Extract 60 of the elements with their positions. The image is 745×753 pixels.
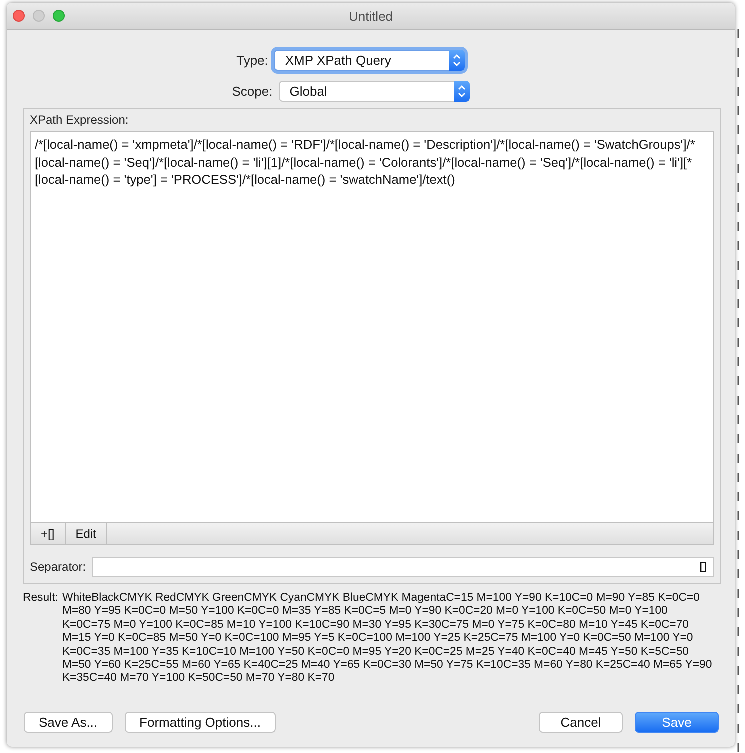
- background-cell-text: l: [737, 740, 741, 753]
- background-cell-text: l: [737, 392, 741, 410]
- background-cell-text: l: [737, 180, 741, 198]
- cancel-button[interactable]: Cancel: [539, 712, 623, 733]
- background-cell-text: l: [737, 701, 741, 718]
- background-cell-text: l: [737, 412, 741, 429]
- background-cell-text: l: [737, 84, 741, 101]
- background-cell-text: l: [737, 662, 741, 680]
- expression-text: /*[local-name() = 'xmpmeta']/*[local-name() = 'RDF']/*[local-name() = 'Description']/*[local-name() = 'SwatchGroups']/*[local-name() = 'Seq']/*[local-name() = 'li'][1]/*[local-name() = 'Colorants']/*[local-name() = 'Seq']/*[local-name() = 'li'][*[local-name() = 'type'] = 'PROCESS']/*[local-name() = 'swatchName']/text(): [35, 137, 696, 188]
- result-text: WhiteBlackCMYK RedCMYK GreenCMYK CyanCMYK BlueCMYK MagentaC=15 M=100 Y=90 K=10C=0 M=90 Y=85 K=0C=0 M=80 Y=95 K=0C=0 M=50 Y=100 K=0C=0 M=35 Y=85 K=0C=5 M=0 Y=90 K=0C=20 M=0 Y=100 K=0C=50 M=0 Y=100 K=0C=75 M=0 Y=100 K=0C=85 M=10 Y=100 K=10C=90 M=30 Y=95 K=30C=75 M=0 Y=75 K=0C=80 M=10 Y=45 K=0C=70 M=15 Y=0 K=0C=85 M=50 Y=0 K=0C=100 M=95 Y=5 K=0C=100 M=100 Y=25 K=25C=75 M=100 Y=0 K=0C=50 M=100 Y=0 K=0C=35 M=100 Y=35 K=10C=10 M=100 Y=50 K=0C=0 M=95 Y=20 K=0C=25 M=25 Y=40 K=0C=40 M=45 Y=50 K=5C=50 M=50 Y=60 K=25C=55 M=60 Y=65 K=40C=25 M=40 Y=65 K=0C=30 M=50 Y=75 K=10C=35 M=60 Y=80 K=25C=40 M=65 Y=90 K=35C=40 M=70 Y=100 K=50C=50 M=70 Y=80 K=70: [62, 592, 714, 686]
- background-cell-text: l: [737, 161, 741, 178]
- window-title: Untitled: [348, 8, 394, 24]
- background-cell-text: l: [737, 682, 741, 700]
- maximize-icon[interactable]: [53, 10, 65, 22]
- chevron-updown-icon: [454, 81, 470, 102]
- type-label: Type:: [236, 53, 268, 68]
- background-cell-text: l: [737, 644, 741, 660]
- background-cell-text: l: [737, 431, 741, 448]
- background-cell-text: l: [737, 200, 741, 217]
- background-cell-text: l: [737, 604, 741, 622]
- dialog-button[interactable]: Save As...: [24, 712, 113, 733]
- background-cell-text: l: [737, 508, 741, 526]
- minimize-icon[interactable]: [33, 10, 45, 22]
- background-cell-text: l: [737, 334, 741, 352]
- toolbar-button[interactable]: Edit: [66, 523, 108, 544]
- dialog-button[interactable]: Formatting Options...: [124, 712, 276, 733]
- separator-label: Separator:: [30, 560, 86, 574]
- toolbar-button[interactable]: +[]: [31, 523, 66, 544]
- background-cell-text: l: [737, 64, 741, 82]
- type-dropdown[interactable]: XMP XPath Query: [274, 50, 466, 71]
- result-label: Result:: [23, 592, 58, 606]
- background-cell-text: l: [737, 720, 741, 738]
- scope-dropdown[interactable]: Global: [278, 81, 470, 102]
- background-cell-text: l: [737, 103, 741, 120]
- close-icon[interactable]: [13, 10, 25, 22]
- background-cell-text: l: [737, 258, 741, 275]
- background-cell-text: l: [737, 218, 741, 236]
- background-cell-text: l: [737, 470, 741, 487]
- background-cell-text: l: [737, 450, 741, 468]
- background-cell-text: l: [737, 296, 741, 314]
- background-cell-text: l: [737, 624, 741, 642]
- separator-button[interactable]: []: [700, 561, 707, 573]
- background-cell-text: l: [737, 566, 741, 584]
- background-cell-text: l: [737, 238, 741, 256]
- chevron-updown-icon: [449, 50, 466, 71]
- background-cell-text: l: [737, 45, 741, 62]
- background-cell-text: l: [737, 26, 741, 43]
- background-cell-text: l: [737, 315, 741, 332]
- scope-label: Scope:: [232, 84, 273, 99]
- background-cell-text: l: [737, 489, 741, 506]
- background-cell-text: l: [737, 528, 741, 545]
- expression-label: XPath Expression:: [30, 113, 130, 127]
- background-cell-text: l: [737, 373, 741, 390]
- background-cell-text: l: [737, 354, 741, 372]
- background-cell-text: l: [737, 142, 741, 159]
- background-cell-text: l: [737, 547, 741, 564]
- background-cell-text: l: [737, 122, 741, 140]
- background-cell-text: l: [737, 586, 741, 603]
- separator-field[interactable]: []: [92, 557, 714, 577]
- background-cell-text: l: [737, 276, 741, 294]
